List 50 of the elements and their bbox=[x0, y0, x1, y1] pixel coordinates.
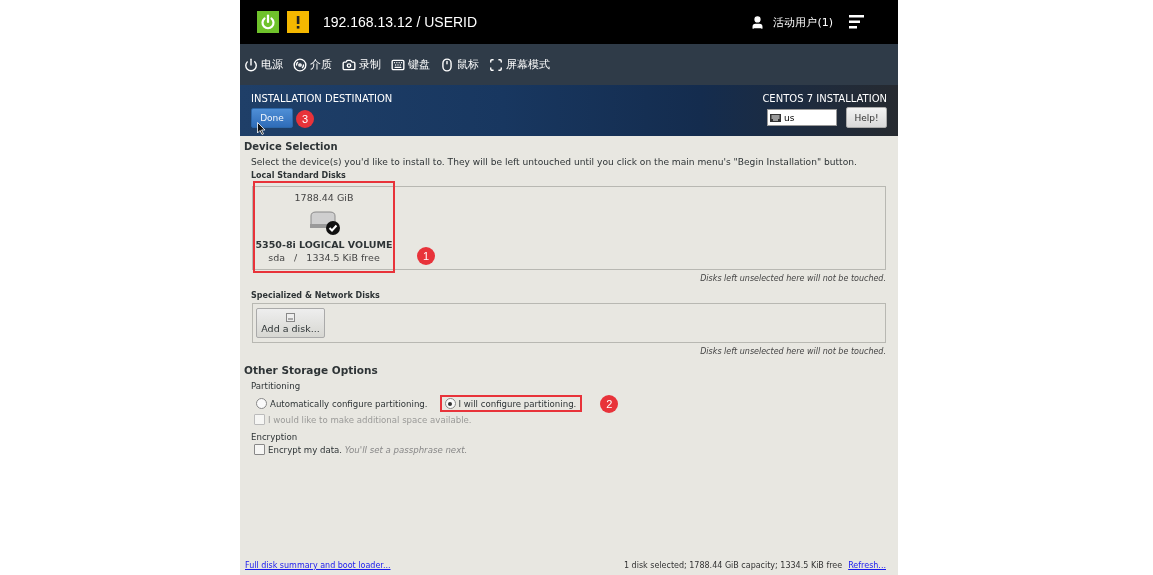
step-badge: 1 bbox=[417, 247, 435, 265]
screen-title: INSTALLATION DESTINATION bbox=[251, 93, 393, 104]
disk-note: Disks left unselected here will not be touched. bbox=[699, 347, 886, 356]
selection-summary: 1 disk selected; 1788.44 GiB capacity; 1334.5 KiB free bbox=[623, 560, 843, 570]
toolbar-button[interactable]: 介质 bbox=[293, 57, 332, 72]
active-users-label[interactable]: 活动用户(1) bbox=[773, 14, 833, 30]
fullscreen-icon bbox=[489, 57, 503, 72]
group-heading: Partitioning bbox=[251, 381, 302, 391]
section-heading: Other Storage Options bbox=[244, 364, 379, 376]
help-button[interactable]: Help! bbox=[846, 107, 887, 128]
group-heading: Encryption bbox=[251, 432, 299, 442]
toolbar-button[interactable]: 鼠标 bbox=[440, 57, 479, 72]
step-badge: 3 bbox=[296, 110, 314, 128]
disk-summary-link[interactable]: Full disk summary and boot loader... bbox=[245, 560, 391, 570]
section-heading: Device Selection bbox=[244, 141, 339, 152]
menu-icon[interactable] bbox=[849, 15, 864, 29]
cursor-icon bbox=[257, 122, 266, 135]
host-address: 192.168.13.12 / USERID bbox=[323, 14, 479, 30]
power-icon bbox=[244, 57, 258, 72]
keyboard-icon bbox=[391, 57, 405, 72]
camera-icon bbox=[342, 57, 356, 72]
toolbar-button[interactable]: 键盘 bbox=[391, 57, 430, 72]
radio-button[interactable] bbox=[256, 398, 267, 409]
user-icon bbox=[750, 14, 766, 30]
power-status-icon[interactable] bbox=[257, 11, 279, 33]
checkbox-label: I would like to make additional space available. bbox=[268, 414, 472, 425]
toolbar-button[interactable]: 屏幕模式 bbox=[489, 57, 550, 72]
product-title: CENTOS 7 INSTALLATION bbox=[762, 93, 887, 104]
step-badge: 2 bbox=[600, 395, 619, 413]
warning-icon[interactable] bbox=[287, 11, 309, 33]
add-disk-button[interactable]: Add a disk... bbox=[256, 308, 325, 338]
disk-name: 5350-8i LOGICAL VOLUME bbox=[255, 239, 393, 250]
checkbox[interactable] bbox=[254, 444, 265, 455]
checkbox-label: Encrypt my data. You'll set a passphrase next. bbox=[268, 444, 468, 455]
group-heading: Local Standard Disks bbox=[251, 171, 347, 180]
refresh-link[interactable]: Refresh... bbox=[848, 560, 886, 570]
mouse-icon bbox=[440, 57, 454, 72]
toolbar-button[interactable]: 电源 bbox=[244, 57, 283, 72]
disk-size: 1788.44 GiB bbox=[294, 192, 354, 203]
keyboard-layout-field[interactable]: us bbox=[767, 109, 837, 126]
disc-icon bbox=[293, 57, 307, 72]
instructions-text: Select the device(s) you'd like to install to. They will be left untouched until you click on the main menu's "Begin Installation" button. bbox=[251, 157, 858, 167]
disk-note: Disks left unselected here will not be touched. bbox=[699, 274, 886, 283]
radio-button[interactable] bbox=[444, 398, 456, 409]
done-button[interactable]: Done bbox=[251, 108, 293, 128]
radio-option[interactable]: Automatically configure partitioning. bbox=[251, 395, 434, 412]
group-heading: Specialized & Network Disks bbox=[251, 291, 381, 300]
disk-details: sda / 1334.5 KiB free bbox=[268, 252, 380, 263]
keyboard-icon bbox=[770, 113, 781, 122]
toolbar-button[interactable]: 录制 bbox=[342, 57, 381, 72]
